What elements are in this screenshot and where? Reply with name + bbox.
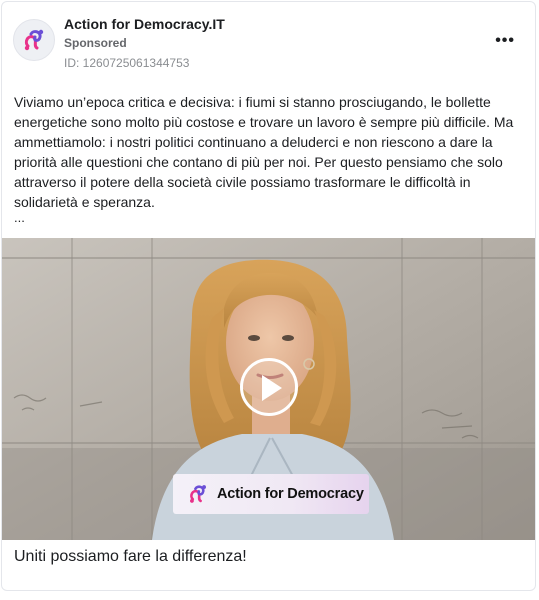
ad-card: Action for Democracy.IT Sponsored ID: 12… — [1, 1, 536, 591]
action-for-democracy-logo-icon — [190, 485, 206, 503]
brand-banner: Action for Democracy — [173, 474, 369, 514]
banner-text: Action for Democracy — [217, 486, 364, 502]
see-more-ellipsis[interactable]: ... — [14, 210, 25, 225]
ad-header: Action for Democracy.IT Sponsored ID: 12… — [2, 2, 535, 82]
video-player[interactable]: Action for Democracy — [2, 238, 535, 540]
ad-id: ID: 1260725061344753 — [64, 56, 190, 70]
more-options-icon[interactable]: ••• — [495, 32, 515, 50]
ad-body-text: Viviamo un’epoca critica e decisiva: i f… — [14, 94, 514, 210]
page-name[interactable]: Action for Democracy.IT — [64, 16, 225, 32]
action-for-democracy-logo-icon — [24, 29, 44, 51]
play-icon — [262, 375, 282, 401]
play-button[interactable] — [240, 358, 298, 416]
page-avatar[interactable] — [13, 19, 55, 61]
sponsored-label: Sponsored — [64, 36, 127, 50]
ad-caption: Uniti possiamo fare la differenza! — [14, 548, 247, 565]
